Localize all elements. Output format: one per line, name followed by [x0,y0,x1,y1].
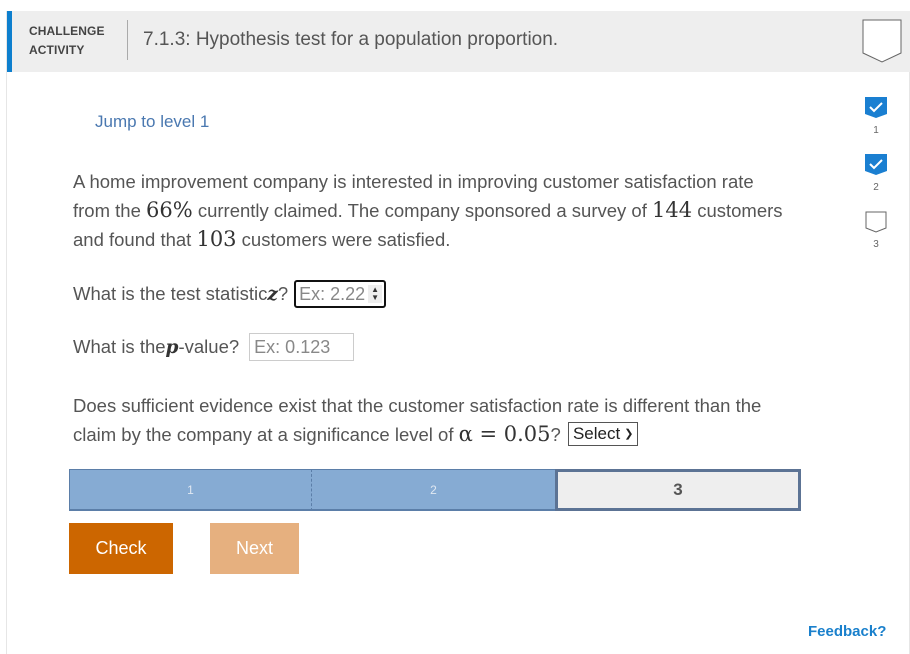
empty-badge-icon [865,211,887,233]
side-level-1[interactable]: 1 [864,97,888,136]
question-label: What is the [73,336,166,357]
next-button[interactable]: Next [210,523,299,574]
level-progress-bar: 1 2 3 [69,469,801,511]
question-label: Does sufficient evidence exist that the … [73,395,762,445]
chevron-down-icon: ❯ [624,428,634,440]
activity-type-line1: CHALLENGE [29,24,105,38]
question-label: What is the test statistic [73,283,268,304]
select-value: Select [572,424,621,443]
test-statistic-question: What is the test statistic z? Ex: 2.22 ▲… [73,280,387,308]
test-statistic-input[interactable]: Ex: 2.22 ▲ ▼ [294,280,387,308]
level-label: 3 [673,480,683,499]
activity-type-label: CHALLENGE ACTIVITY [29,22,105,60]
checkmark-icon [865,154,887,175]
question-suffix: ? [277,283,289,304]
problem-statement: A home improvement company is interested… [73,168,793,254]
p-variable: p [165,336,179,358]
side-level-2[interactable]: 2 [864,154,888,193]
side-level-number: 2 [873,182,879,193]
significance-level: α = 0.05 [458,422,551,446]
evidence-select[interactable]: Select ❯ [567,422,639,446]
level-label: 2 [430,482,437,497]
checkmark-icon [865,97,887,118]
level-segment-1[interactable]: 1 [69,469,312,511]
p-value-question: What is the p -value? Ex: 0.123 [73,333,355,361]
question-suffix: ? [550,424,561,445]
problem-text: currently claimed. The company sponsored… [192,200,652,221]
sample-size: 144 [651,198,693,222]
level-segment-3[interactable]: 3 [555,469,801,511]
problem-text: customers were satisfied. [236,229,451,250]
level-label: 1 [187,482,194,497]
activity-title: 7.1.3: Hypothesis test for a population … [143,29,559,50]
evidence-question: Does sufficient evidence exist that the … [73,392,803,449]
number-spinner[interactable]: ▲ ▼ [368,285,383,303]
level-segment-2[interactable]: 2 [312,469,555,511]
claimed-rate: 66% [146,198,193,222]
satisfied-count: 103 [196,227,237,251]
feedback-link[interactable]: Feedback? [808,623,886,640]
question-label: -value? [178,336,240,357]
activity-header: CHALLENGE ACTIVITY 7.1.3: Hypothesis tes… [7,11,910,72]
jump-to-level-link[interactable]: Jump to level 1 [95,112,209,132]
empty-badge-icon [862,19,902,68]
p-value-placeholder: Ex: 0.123 [254,336,331,357]
z-variable: z [267,283,278,305]
side-level-3[interactable]: 3 [864,211,888,250]
check-button[interactable]: Check [69,523,173,574]
side-level-number: 3 [873,239,879,250]
p-value-input[interactable]: Ex: 0.123 [249,333,355,361]
activity-type-line2: ACTIVITY [29,43,85,57]
spinner-down-icon[interactable]: ▼ [371,294,379,302]
test-statistic-placeholder: Ex: 2.22 [299,283,366,304]
header-divider [127,20,128,60]
side-level-number: 1 [873,125,879,136]
